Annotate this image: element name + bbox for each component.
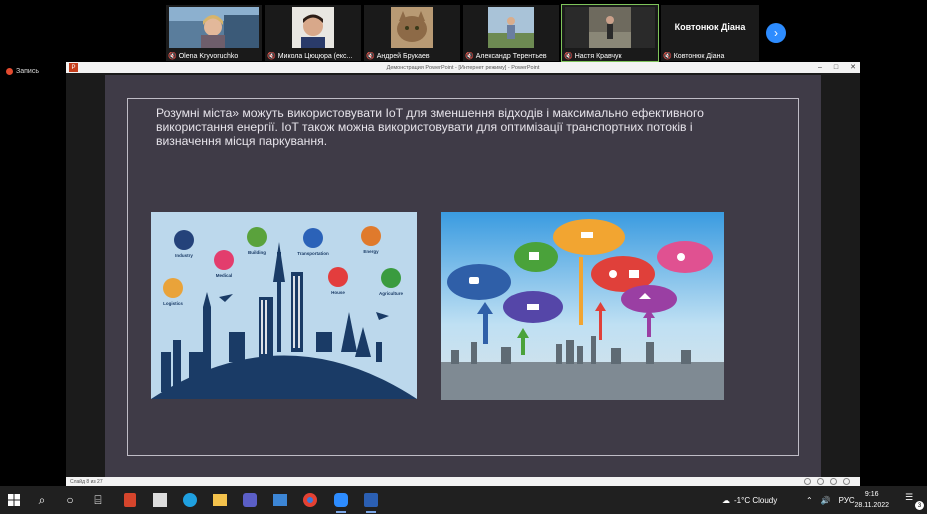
slideshow-area: Розумні міста» можуть використовувати Io… xyxy=(66,73,860,477)
participant-tile[interactable]: 🔇 Микола Цюцюра (екс... xyxy=(265,5,361,61)
app-icon-red[interactable] xyxy=(120,490,140,510)
participant-video xyxy=(466,7,556,48)
weather-text: -1°C Cloudy xyxy=(734,495,778,505)
chevron-up-icon[interactable]: ⌃ xyxy=(806,496,813,505)
label-medical: Medical xyxy=(216,273,233,278)
minimize-icon[interactable]: – xyxy=(818,62,822,73)
participant-strip: 🔇 Olena Kryvoruchko 🔇 Микола Цюцюра (екс..… xyxy=(166,4,759,62)
close-icon[interactable]: ✕ xyxy=(850,62,856,73)
window-titlebar[interactable]: P Демонстрация PowerPoint - [Интернет ре… xyxy=(66,62,860,73)
mail-icon[interactable] xyxy=(270,490,290,510)
mic-off-icon: 🔇 xyxy=(366,53,375,60)
weather-widget[interactable]: ☁ -1°C Cloudy xyxy=(722,486,777,514)
ppt-status-bar: Слайд 8 из 27 xyxy=(66,477,860,486)
label-transportation: Transportation xyxy=(297,251,329,256)
label-house: House xyxy=(331,290,345,295)
participant-name: Микола Цюцюра (екс... xyxy=(277,52,353,60)
mic-off-icon: 🔇 xyxy=(663,53,672,60)
notification-count: 3 xyxy=(915,501,924,510)
iot-city-illustration: Industry Building Transportation Energy … xyxy=(151,212,417,399)
car-icon xyxy=(469,277,479,284)
participant-big-name: Ковтонюк Діана xyxy=(674,22,746,32)
normal-view-icon[interactable] xyxy=(804,478,811,485)
participant-name: Александр Терентьев xyxy=(475,52,547,60)
people-icon xyxy=(677,253,685,261)
cart-icon xyxy=(629,270,639,278)
cloud-icon: ☁ xyxy=(722,495,730,505)
teams-icon[interactable] xyxy=(240,490,260,510)
recording-label: Запись xyxy=(16,68,39,75)
participant-tile[interactable]: 🔇 Андрей Брукаев xyxy=(364,5,460,61)
language-indicator[interactable]: РУС xyxy=(839,496,855,505)
mic-off-icon: 🔇 xyxy=(168,53,177,60)
time: 9:16 xyxy=(864,491,879,498)
slide-counter: Слайд 8 из 27 xyxy=(70,478,103,485)
label-building: Building xyxy=(248,250,266,255)
slide-body-text: Розумні міста» можуть використовувати Io… xyxy=(156,106,704,148)
record-icon xyxy=(6,68,13,75)
mic-off-icon: 🔇 xyxy=(564,53,573,60)
label-agriculture: Agriculture xyxy=(379,291,404,296)
industry-cloud-icon xyxy=(527,304,539,310)
smart-city-clouds-illustration xyxy=(441,212,724,400)
search-icon[interactable]: ⌕ xyxy=(32,490,52,510)
label-industry: Industry xyxy=(175,253,193,258)
taskbar: ⌕ ○ ⌸ ☁ -1°C Cloudy ⌃ 🔊 РУС 9:16 28.11.2… xyxy=(0,486,927,514)
window-title: Демонстрация PowerPoint - [Интернет режи… xyxy=(386,64,540,71)
slide-sorter-icon[interactable] xyxy=(817,478,824,485)
edge-icon[interactable] xyxy=(180,490,200,510)
reading-view-icon[interactable] xyxy=(830,478,837,485)
participant-tile[interactable]: 🔇 Александр Терентьев xyxy=(463,5,559,61)
clock[interactable]: 9:16 28.11.2022 xyxy=(854,489,889,511)
zoom-icon[interactable] xyxy=(331,490,351,513)
app-icon-grid[interactable] xyxy=(150,490,170,510)
participant-name: Настя Кравчук xyxy=(574,52,622,60)
word-icon[interactable] xyxy=(361,490,381,513)
notification-center-icon[interactable]: ☰ 3 xyxy=(905,492,924,510)
participant-video xyxy=(565,7,655,48)
participant-video xyxy=(268,7,358,48)
task-view-icon[interactable]: ⌸ xyxy=(88,490,108,510)
maximize-icon[interactable]: □ xyxy=(834,62,838,73)
mic-off-icon: 🔇 xyxy=(465,53,474,60)
power-line-icon xyxy=(581,232,593,238)
date: 28.11.2022 xyxy=(854,502,889,509)
recording-indicator[interactable]: Запись xyxy=(6,68,39,75)
participant-video xyxy=(169,7,259,48)
speaker-icon[interactable]: 🔊 xyxy=(821,496,831,505)
factory-icon xyxy=(529,252,539,260)
slideshow-icon[interactable] xyxy=(843,478,850,485)
system-tray: ⌃ 🔊 РУС xyxy=(806,486,855,514)
participant-tile-name-only[interactable]: Ковтонюк Діана 🔇 Ковтонюк Діана xyxy=(661,5,759,61)
participant-tile-active[interactable]: 🔇 Настя Кравчук xyxy=(561,4,659,62)
next-participants-button[interactable]: › xyxy=(766,23,786,43)
powerpoint-window: P Демонстрация PowerPoint - [Интернет ре… xyxy=(66,62,860,486)
mic-off-icon: 🔇 xyxy=(267,53,276,60)
screen: 🔇 Olena Kryvoruchko 🔇 Микола Цюцюра (екс..… xyxy=(0,0,927,514)
chrome-icon[interactable] xyxy=(300,490,320,510)
participant-name: Андрей Брукаев xyxy=(376,52,430,60)
label-energy: Energy xyxy=(363,249,379,254)
file-explorer-icon[interactable] xyxy=(210,490,230,510)
label-logistics: Logistics xyxy=(163,301,183,306)
chevron-right-icon: › xyxy=(774,26,778,40)
cortana-icon[interactable]: ○ xyxy=(60,490,80,510)
dollar-icon xyxy=(609,270,617,278)
participant-name: Olena Kryvoruchko xyxy=(178,52,239,60)
participant-name: Ковтонюк Діана xyxy=(673,52,725,60)
participant-tile[interactable]: 🔇 Olena Kryvoruchko xyxy=(166,5,262,61)
participant-video xyxy=(367,7,457,48)
windows-start-icon[interactable] xyxy=(4,490,24,510)
slide[interactable]: Розумні міста» можуть використовувати Io… xyxy=(105,75,821,477)
